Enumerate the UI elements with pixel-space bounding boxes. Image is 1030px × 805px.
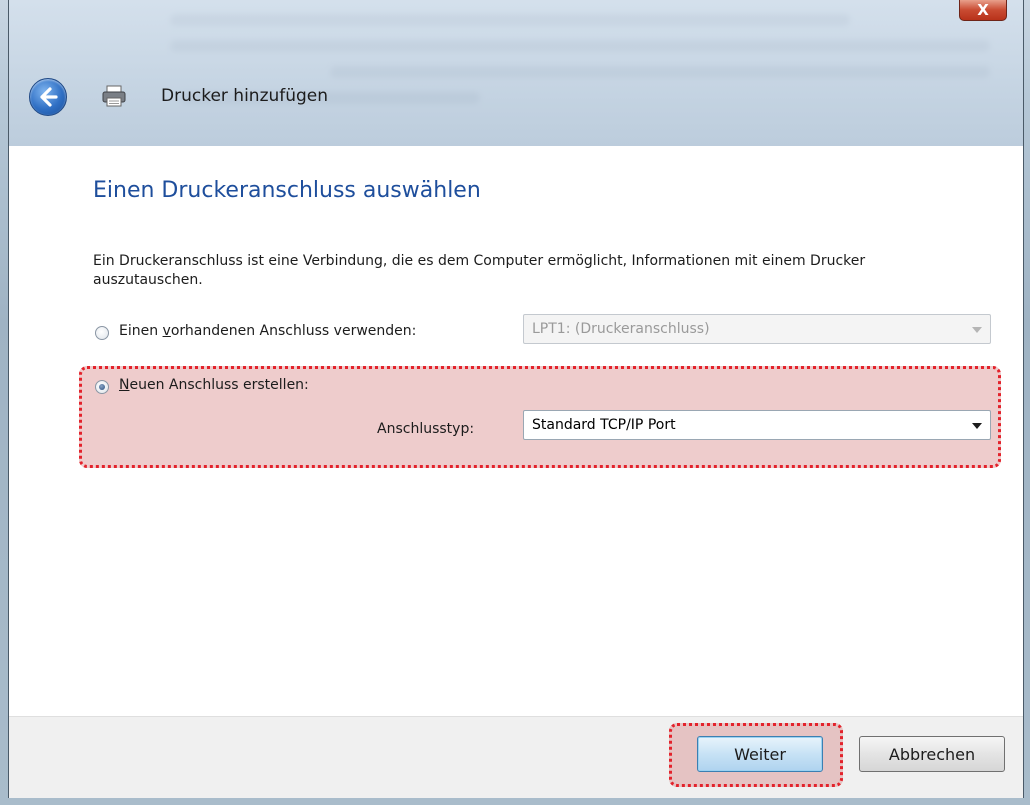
printer-icon [102,85,126,107]
dialog-content: Einen Druckeranschluss auswählen Ein Dru… [9,146,1023,716]
port-type-select[interactable]: Standard TCP/IP Port [523,410,991,440]
new-port-radio[interactable] [95,380,109,394]
port-type-value: Standard TCP/IP Port [532,417,676,433]
back-arrow-icon [40,87,58,107]
window-title: Drucker hinzufügen [161,86,329,106]
port-type-label: Anschlusstyp: [377,421,475,437]
close-icon: X [977,1,989,19]
chevron-down-icon [972,423,982,429]
title-bar: X Drucker hinzufügen [9,0,1023,146]
page-description: Ein Druckeranschluss ist eine Verbindung… [93,253,866,288]
close-button[interactable]: X [959,0,1007,21]
new-port-label[interactable]: Neuen Anschluss erstellen: [119,377,309,393]
existing-port-radio[interactable] [95,326,109,340]
cancel-button[interactable]: Abbrechen [859,736,1005,772]
existing-port-select[interactable]: LPT1: (Druckeranschluss) [523,314,991,344]
chevron-down-icon [972,327,982,333]
page-heading: Einen Druckeranschluss auswählen [93,178,481,203]
existing-port-label[interactable]: Einen vorhandenen Anschluss verwenden: [119,323,416,339]
back-button[interactable] [29,78,67,116]
add-printer-dialog: X Drucker hinzufügen Einen Druckeranschl… [8,0,1024,798]
next-button[interactable]: Weiter [697,736,823,772]
existing-port-value: LPT1: (Druckeranschluss) [532,321,710,337]
dialog-footer: Weiter Abbrechen [9,716,1023,798]
